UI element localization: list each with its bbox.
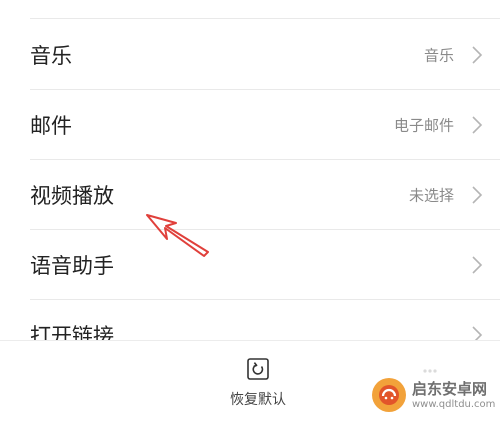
- chevron-right-icon: [472, 116, 483, 134]
- chevron-right-icon: [472, 46, 483, 64]
- site-watermark: 启东安卓网 www.qdltdu.com: [368, 372, 500, 418]
- chevron-right-icon: [472, 186, 483, 204]
- row-value: 电子邮件: [393, 116, 454, 135]
- watermark-logo-icon: [372, 378, 406, 412]
- top-divider: [30, 18, 500, 19]
- annotation-arrow-icon: [146, 214, 209, 257]
- row-label: 视频播放: [30, 184, 114, 208]
- watermark-name: 启东安卓网: [412, 380, 488, 398]
- row-label: 打开链接: [30, 324, 114, 340]
- restore-defaults-label: 恢复默认: [230, 392, 286, 408]
- chevron-right-icon: [472, 256, 483, 274]
- row-music[interactable]: 音乐 音乐: [0, 20, 500, 90]
- watermark-url: www.qdltdu.com: [412, 399, 496, 410]
- chevron-right-icon: [472, 326, 483, 340]
- row-value: 音乐: [423, 46, 454, 65]
- row-label: 语音助手: [30, 254, 114, 278]
- row-value: 未选择: [408, 186, 454, 205]
- restore-defaults-button[interactable]: 恢复默认: [226, 357, 290, 409]
- row-video-playback[interactable]: 视频播放 未选择: [0, 160, 500, 230]
- row-label: 音乐: [30, 44, 72, 68]
- restore-icon: [247, 358, 269, 380]
- default-apps-list: 音乐 音乐 邮件 电子邮件 视频播放 未选择 语音助手 打开链接: [0, 0, 500, 340]
- row-mail[interactable]: 邮件 电子邮件: [0, 90, 500, 160]
- row-voice-assistant[interactable]: 语音助手: [0, 230, 500, 300]
- row-open-links[interactable]: 打开链接: [0, 300, 500, 340]
- row-label: 邮件: [30, 114, 72, 138]
